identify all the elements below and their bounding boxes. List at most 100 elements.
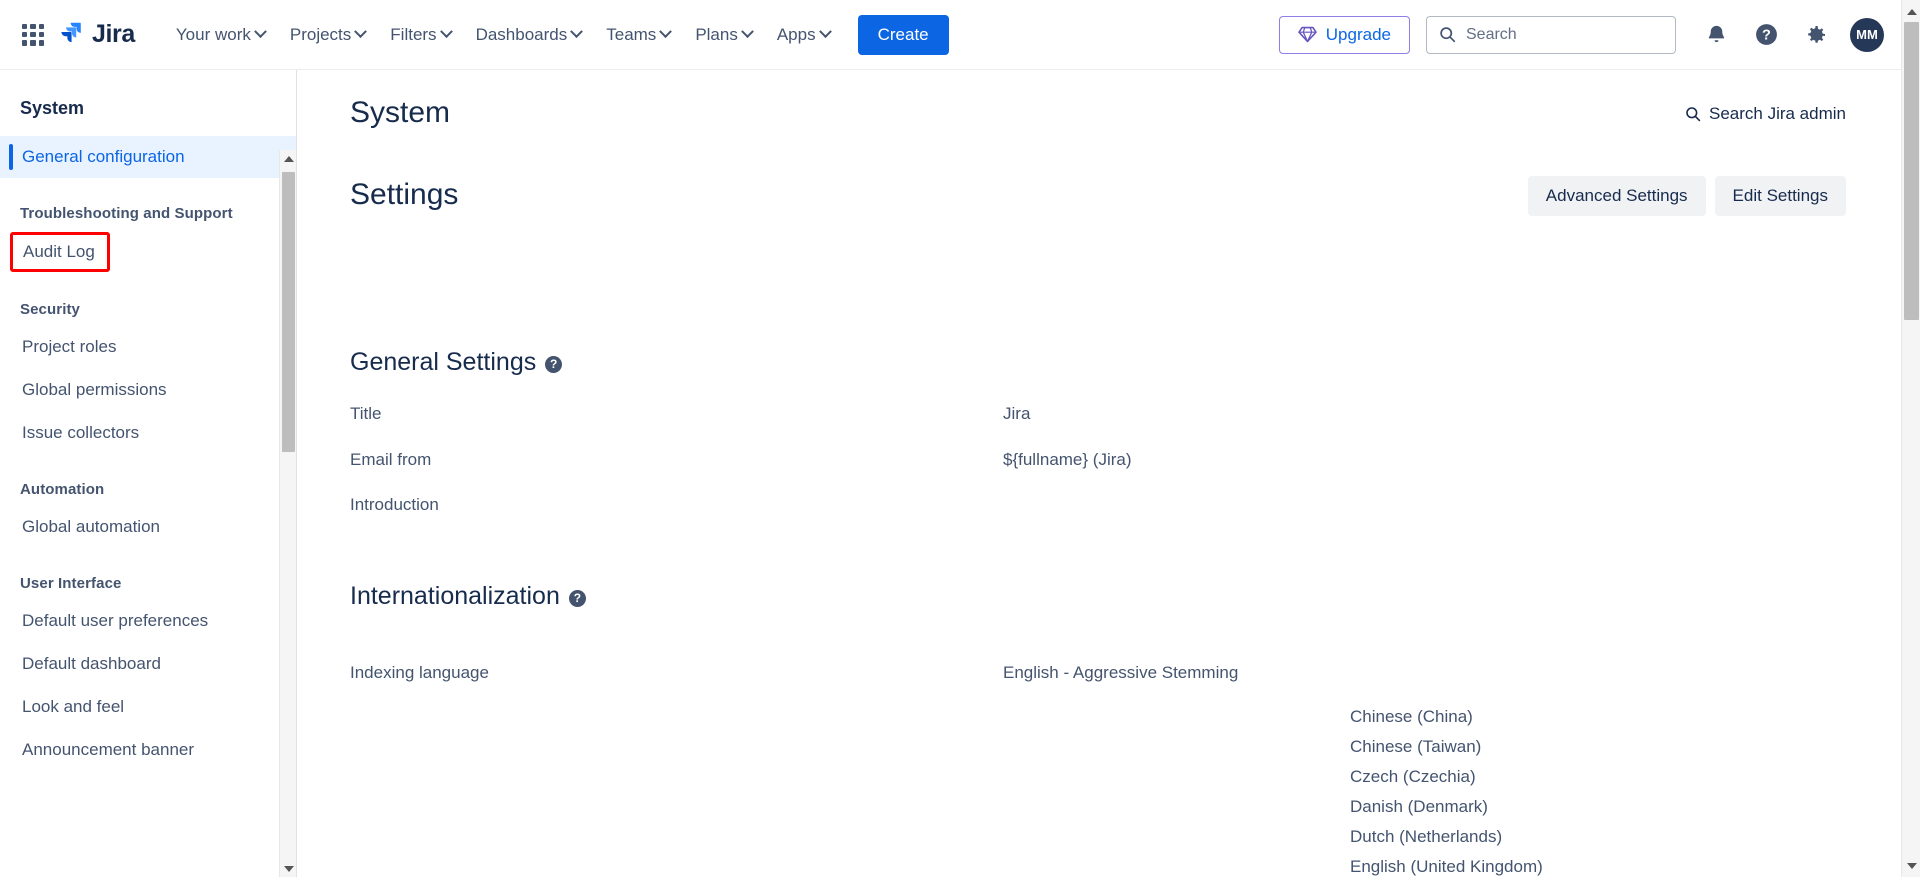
help-icon[interactable]: ? bbox=[568, 589, 586, 607]
settings-button[interactable] bbox=[1796, 15, 1836, 55]
chevron-down-icon bbox=[439, 25, 453, 39]
internationalization-heading: Internationalization ? bbox=[350, 582, 586, 611]
chevron-down-icon bbox=[740, 25, 754, 39]
sidebar-item-label: Global automation bbox=[22, 517, 160, 536]
top-navigation-right-cluster: Upgrade Search ? MM bbox=[1278, 15, 1920, 55]
help-circle-icon: ? bbox=[1755, 24, 1777, 45]
language-list-item: Czech (Czechia) bbox=[1350, 767, 1476, 786]
brand-name: Jira bbox=[92, 20, 135, 48]
help-button[interactable]: ? bbox=[1746, 15, 1786, 55]
nav-item-filters[interactable]: Filters bbox=[379, 18, 461, 52]
field-label: Indexing language bbox=[350, 663, 489, 682]
svg-text:?: ? bbox=[1762, 28, 1771, 44]
sidebar-item-label: Look and feel bbox=[22, 697, 125, 716]
sidebar-title: System bbox=[20, 98, 85, 118]
upgrade-button-label: Upgrade bbox=[1325, 24, 1391, 44]
jira-logo-icon bbox=[61, 22, 81, 43]
sidebar-item-default-dashboard[interactable]: Default dashboard bbox=[0, 643, 296, 685]
sidebar-item-project-roles[interactable]: Project roles bbox=[0, 326, 296, 368]
search-icon bbox=[1440, 27, 1456, 43]
avatar[interactable]: MM bbox=[1850, 17, 1884, 52]
help-icon[interactable]: ? bbox=[545, 355, 563, 373]
chevron-down-icon bbox=[818, 25, 832, 39]
sidebar-group-troubleshooting-and-support: Troubleshooting and Support bbox=[20, 205, 233, 222]
nav-item-dashboards[interactable]: Dashboards bbox=[465, 18, 593, 52]
language-list-item: Danish (Denmark) bbox=[1350, 797, 1488, 816]
edit-settings-button[interactable]: Edit Settings bbox=[1714, 176, 1846, 216]
sidebar-group-automation: Automation bbox=[20, 481, 105, 498]
diamond-icon bbox=[1298, 26, 1317, 43]
chevron-down-icon bbox=[659, 25, 673, 39]
nav-item-label: Your work bbox=[175, 24, 251, 44]
sidebar-item-label: Audit Log bbox=[23, 242, 95, 261]
sidebar-item-global-automation[interactable]: Global automation bbox=[0, 506, 296, 548]
settings-row-title: Title Jira bbox=[298, 404, 1798, 424]
main-content: System Search Jira admin Settings Advanc… bbox=[298, 70, 1901, 877]
field-value: ${fullname} (Jira) bbox=[1003, 450, 1132, 469]
field-value: English - Aggressive Stemming bbox=[1003, 663, 1239, 682]
sidebar-item-label: Project roles bbox=[22, 337, 117, 356]
settings-row-indexing-language: Indexing language English - Aggressive S… bbox=[298, 663, 1798, 683]
app-switcher-grid-icon[interactable] bbox=[20, 22, 46, 48]
sidebar-item-global-permissions[interactable]: Global permissions bbox=[0, 369, 296, 411]
create-button[interactable]: Create bbox=[857, 14, 949, 55]
field-label: Title bbox=[350, 404, 382, 423]
sidebar-scrollbar[interactable] bbox=[279, 150, 296, 877]
language-list-item: Chinese (China) bbox=[1350, 707, 1473, 726]
nav-item-label: Apps bbox=[776, 24, 816, 44]
admin-sidebar: System General configuration Troubleshoo… bbox=[0, 70, 297, 877]
sidebar-scroll-up-button[interactable] bbox=[280, 150, 296, 167]
bell-icon bbox=[1708, 25, 1724, 43]
chevron-down-icon bbox=[570, 25, 584, 39]
nav-item-label: Projects bbox=[289, 24, 352, 44]
chevron-down-icon bbox=[253, 25, 267, 39]
sidebar-group-user-interface: User Interface bbox=[20, 575, 122, 592]
sidebar-item-label: General configuration bbox=[22, 147, 185, 166]
nav-item-your-work[interactable]: Your work bbox=[165, 18, 276, 52]
triangle-up-icon bbox=[283, 155, 294, 162]
sidebar-item-label: Default user preferences bbox=[22, 611, 209, 630]
sidebar-item-look-and-feel[interactable]: Look and feel bbox=[0, 686, 296, 728]
page-scroll-up-button[interactable] bbox=[1902, 2, 1920, 21]
page-scrollbar-thumb[interactable] bbox=[1904, 22, 1919, 320]
sidebar-scroll-down-button[interactable] bbox=[280, 860, 296, 877]
sidebar-group-security: Security bbox=[20, 301, 80, 318]
settings-row-introduction: Introduction bbox=[298, 495, 1798, 515]
language-list-item: English (United Kingdom) bbox=[1350, 857, 1543, 876]
sidebar-scrollbar-thumb[interactable] bbox=[282, 172, 295, 452]
search-jira-admin-button[interactable]: Search Jira admin bbox=[1685, 104, 1846, 124]
language-list-item: Dutch (Netherlands) bbox=[1350, 827, 1503, 846]
triangle-up-icon bbox=[1906, 8, 1917, 15]
jira-logo[interactable]: Jira bbox=[58, 20, 135, 49]
page-scroll-down-button[interactable] bbox=[1902, 856, 1920, 875]
general-settings-heading-label: General Settings bbox=[350, 348, 537, 376]
nav-item-label: Plans bbox=[695, 24, 738, 44]
sidebar-item-audit-log[interactable]: Audit Log bbox=[10, 232, 110, 272]
advanced-settings-button[interactable]: Advanced Settings bbox=[1527, 176, 1706, 216]
sidebar-item-default-user-preferences[interactable]: Default user preferences bbox=[0, 600, 296, 642]
nav-item-plans[interactable]: Plans bbox=[684, 18, 763, 52]
page-scrollbar[interactable] bbox=[1901, 0, 1920, 877]
search-input[interactable]: Search bbox=[1426, 15, 1676, 54]
settings-row-email-from: Email from ${fullname} (Jira) bbox=[298, 450, 1798, 470]
field-label: Email from bbox=[350, 450, 432, 469]
nav-item-teams[interactable]: Teams bbox=[595, 18, 681, 52]
sidebar-item-issue-collectors[interactable]: Issue collectors bbox=[0, 412, 296, 454]
language-list-item: Chinese (Taiwan) bbox=[1350, 737, 1482, 756]
upgrade-button[interactable]: Upgrade bbox=[1278, 15, 1410, 54]
field-value: Jira bbox=[1003, 404, 1031, 423]
notifications-button[interactable] bbox=[1696, 15, 1736, 55]
nav-item-apps[interactable]: Apps bbox=[766, 18, 841, 52]
sidebar-item-general-configuration[interactable]: General configuration bbox=[0, 136, 296, 178]
field-label: Introduction bbox=[350, 495, 439, 514]
gear-icon bbox=[1808, 25, 1825, 43]
nav-item-label: Teams bbox=[606, 24, 657, 44]
language-list: Chinese (China) Chinese (Taiwan) Czech (… bbox=[1350, 702, 1543, 877]
sidebar-item-label: Issue collectors bbox=[22, 423, 140, 442]
settings-header-actions: Advanced Settings Edit Settings bbox=[1527, 176, 1846, 216]
triangle-down-icon bbox=[283, 865, 294, 872]
chevron-down-icon bbox=[354, 25, 368, 39]
sidebar-item-announcement-banner[interactable]: Announcement banner bbox=[0, 729, 296, 771]
sidebar-item-label: Default dashboard bbox=[22, 654, 161, 673]
nav-item-projects[interactable]: Projects bbox=[279, 18, 376, 52]
